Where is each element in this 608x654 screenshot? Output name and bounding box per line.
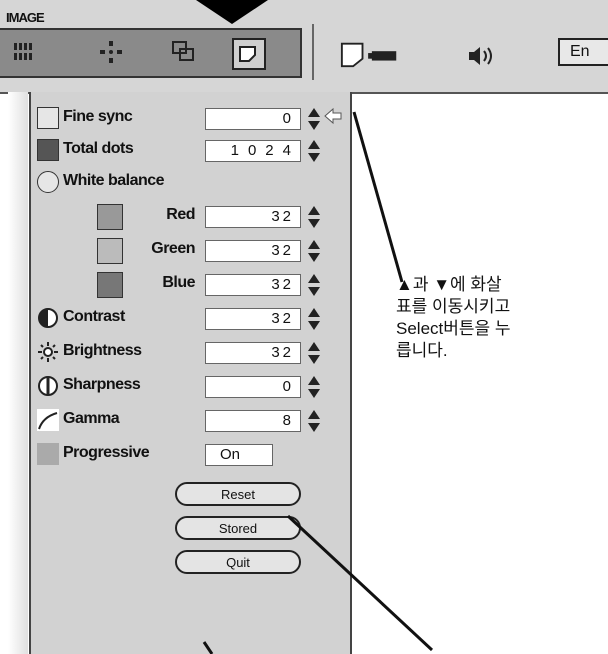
instruction-text: ▲과 ▼에 화살 표를 이동시키고 Select버튼을 누 릅니다. — [396, 274, 606, 362]
instruction-line-4: 릅니다. — [396, 341, 448, 360]
contrast-label: Contrast — [63, 308, 125, 325]
gamma-row[interactable]: Gamma 8 — [33, 406, 345, 436]
green-icon — [97, 238, 123, 264]
blue-icon — [97, 272, 123, 298]
quit-button[interactable]: Quit — [175, 550, 301, 574]
red-icon — [97, 204, 123, 230]
brightness-arrows-icon[interactable] — [307, 340, 321, 366]
green-label: Green — [151, 240, 195, 257]
contrast-arrows-icon[interactable] — [307, 306, 321, 332]
projector-icon[interactable] — [340, 40, 400, 68]
fine-sync-label: Fine sync — [63, 108, 133, 125]
image-icon-strip — [0, 28, 302, 78]
gamma-icon — [37, 409, 59, 431]
fine-sync-row[interactable]: Fine sync 0 — [33, 104, 345, 134]
fine-sync-value[interactable]: 0 — [205, 108, 301, 130]
brightness-label: Brightness — [63, 342, 142, 359]
fine-sync-arrows-icon[interactable] — [307, 106, 321, 132]
instruction-line-1: ▲과 ▼에 화살 — [396, 275, 502, 294]
contrast-value[interactable]: 32 — [205, 308, 301, 330]
image-adjust-icon[interactable] — [10, 38, 40, 66]
callout-line-arrows — [352, 111, 404, 283]
brightness-row[interactable]: Brightness 32 — [33, 338, 345, 368]
image-adjust-panel: Fine sync 0 Total dots 1024 White balanc… — [29, 92, 352, 654]
gamma-arrows-icon[interactable] — [307, 408, 321, 434]
panel-shadow — [8, 92, 28, 654]
blue-row[interactable]: Blue 32 — [33, 270, 345, 300]
menu-title: IMAGE — [6, 10, 45, 25]
sharpness-label: Sharpness — [63, 376, 141, 393]
sharpness-row[interactable]: Sharpness 0 — [33, 372, 345, 402]
progressive-value[interactable]: On — [205, 444, 273, 466]
fine-sync-icon — [37, 107, 59, 129]
gamma-value[interactable]: 8 — [205, 410, 301, 432]
green-value[interactable]: 32 — [205, 240, 301, 262]
language-button[interactable]: En — [558, 38, 608, 66]
gamma-label: Gamma — [63, 410, 120, 427]
white-balance-row[interactable]: White balance — [33, 168, 345, 198]
total-dots-value[interactable]: 1024 — [205, 140, 301, 162]
pointer-arrow-icon — [324, 107, 342, 125]
total-dots-row[interactable]: Total dots 1024 — [33, 136, 345, 166]
total-dots-arrows-icon[interactable] — [307, 138, 321, 164]
sound-icon[interactable] — [462, 42, 502, 70]
blue-label: Blue — [162, 274, 195, 291]
brightness-value[interactable]: 32 — [205, 342, 301, 364]
progressive-icon — [37, 443, 59, 465]
white-balance-icon — [37, 171, 59, 193]
pc-adjust-icon[interactable] — [168, 38, 198, 66]
sharpness-value[interactable]: 0 — [205, 376, 301, 398]
blue-arrows-icon[interactable] — [307, 272, 321, 298]
total-dots-label: Total dots — [63, 140, 134, 157]
total-dots-icon — [37, 139, 59, 161]
progressive-row[interactable]: Progressive On — [33, 440, 345, 470]
white-balance-label: White balance — [63, 172, 165, 189]
green-arrows-icon[interactable] — [307, 238, 321, 264]
progressive-label: Progressive — [63, 444, 150, 461]
contrast-row[interactable]: Contrast 32 — [33, 304, 345, 334]
red-label: Red — [166, 206, 195, 223]
brightness-icon — [38, 342, 58, 362]
red-arrows-icon[interactable] — [307, 204, 321, 230]
blue-value[interactable]: 32 — [205, 274, 301, 296]
screen-icon[interactable] — [232, 38, 266, 70]
instruction-line-3: Select버튼을 누 — [396, 319, 511, 338]
menu-bar: IMAGE En — [0, 0, 608, 94]
green-row[interactable]: Green 32 — [33, 236, 345, 266]
red-value[interactable]: 32 — [205, 206, 301, 228]
red-row[interactable]: Red 32 — [33, 202, 345, 232]
sharpness-icon — [38, 376, 58, 396]
move-icon[interactable] — [96, 38, 126, 66]
stored-button[interactable]: Stored — [175, 516, 301, 540]
contrast-icon — [38, 308, 58, 328]
menu-divider — [312, 24, 314, 80]
reset-button[interactable]: Reset — [175, 482, 301, 506]
instruction-line-2: 표를 이동시키고 — [396, 297, 511, 316]
sharpness-arrows-icon[interactable] — [307, 374, 321, 400]
menu-pointer-icon — [196, 0, 268, 24]
